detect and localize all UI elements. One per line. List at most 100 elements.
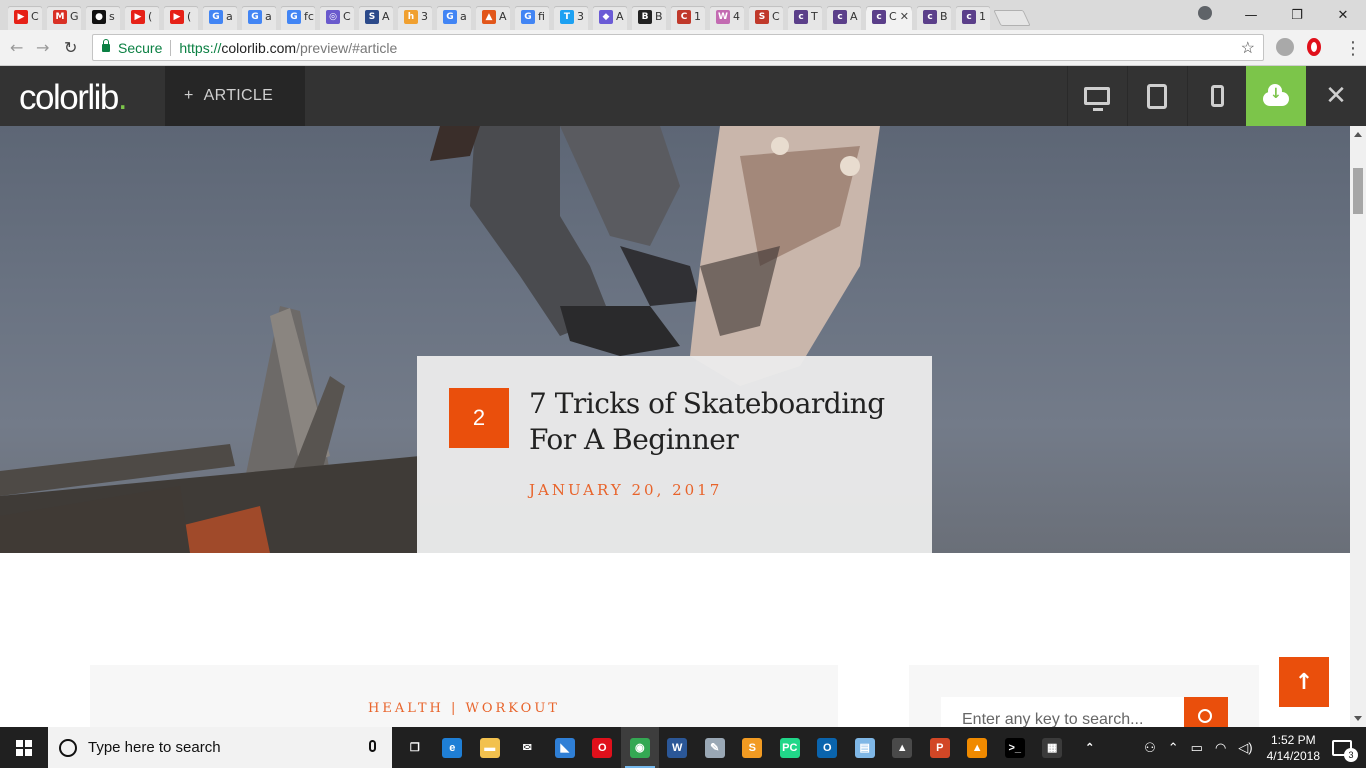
browser-tab[interactable]: Ga [203,3,237,30]
wifi-icon[interactable]: ◠ [1215,740,1226,756]
google-icon: G [287,9,301,24]
tab-title: T [811,10,818,23]
taskbar-app[interactable]: ◣ [546,727,584,768]
browser-tab[interactable]: ▶( [125,3,159,30]
browser-tab[interactable]: ◎ C [320,3,354,30]
google-icon: G [209,9,223,24]
browser-tab[interactable]: cA [827,3,861,30]
microphone-icon[interactable] [369,740,376,752]
browser-tab[interactable]: h3 [398,3,432,30]
taskbar-app[interactable]: ▦ [1034,727,1072,768]
new-tab-button[interactable] [993,10,1031,26]
search-button[interactable] [1184,697,1228,727]
reload-icon[interactable]: ↻ [64,38,77,57]
menu-icon[interactable]: ⋮ [1344,38,1362,59]
scroll-thumb[interactable] [1353,168,1363,214]
colorlib-icon: c [962,9,976,24]
tab-list: ▶ C M G ● s ▶(▶(Ga Ga Gfc ◎ C S Ah 3 Ga ▲ A Gfi T 3 ◆ A B B C 1 W 4… [8,3,1031,30]
taskbar-search-box[interactable]: Type here to search [48,727,392,768]
windows-taskbar: Type here to search ❐ e ▬ ✉ ◣ O ◉ W ✎ S PC O ▤ ▲ P ▲ >_ ▦… [0,727,1366,768]
tray-chevron-icon[interactable]: ⌃ [1168,740,1179,756]
tablet-view-button[interactable] [1127,66,1186,126]
browser-tab[interactable]: ▶( [164,3,198,30]
bookmark-star-icon[interactable]: ☆ [1241,38,1255,58]
address-bar[interactable]: Secure https:// colorlib.com /preview/#a… [92,34,1264,61]
browser-tab[interactable]: cB [917,3,951,30]
taskbar-app[interactable]: ◉ [621,727,659,768]
taskbar-app[interactable]: O [809,727,847,768]
colorlib-logo[interactable]: colorlib. [19,78,128,118]
taskbar-app[interactable]: ⌃ [1071,727,1109,768]
youtube-icon: ▶ [170,9,184,24]
theme-tab-article[interactable]: + ARTICLE [165,66,305,126]
browser-tab[interactable]: ▶ C [8,3,42,30]
forward-icon[interactable]: → [36,38,49,57]
vlc-icon: ▲ [967,737,988,758]
taskbar-app[interactable]: ▲ [959,727,997,768]
tab-close-icon[interactable]: ✕ [900,10,909,23]
browser-tab[interactable]: MG [47,3,81,30]
browser-tab[interactable]: SA [359,3,393,30]
desktop-view-button[interactable] [1067,66,1126,126]
search-input[interactable]: Enter any key to search... [941,697,1185,727]
article-categories[interactable]: HEALTH | WORKOUT [90,701,838,716]
browser-tab[interactable]: Gfc [281,3,315,30]
back-icon[interactable]: ← [10,38,23,57]
browser-tab[interactable]: ◆ A [593,3,627,30]
scroll-down-icon[interactable] [1354,716,1362,721]
taskbar-app[interactable]: ▤ [846,727,884,768]
browser-tab[interactable]: ▲ A [476,3,510,30]
taskbar-app[interactable]: O [584,727,622,768]
browser-tab[interactable]: Gfi [515,3,549,30]
extension-icon[interactable] [1276,38,1294,56]
tab-title: A [499,10,507,23]
download-button[interactable] [1246,66,1306,126]
paint-icon: ✎ [704,737,725,758]
browser-tab[interactable]: ● s [86,3,120,30]
taskbar-app[interactable]: ▲ [884,727,922,768]
taskbar-app[interactable]: ✎ [696,727,734,768]
browser-tab[interactable]: Ga [437,3,471,30]
start-button[interactable] [0,727,48,768]
action-center-icon[interactable]: 3 [1332,739,1358,762]
page-scrollbar[interactable] [1350,126,1366,727]
browser-tab[interactable]: cT [788,3,822,30]
scroll-up-icon[interactable] [1354,132,1362,137]
clock[interactable]: 1:52 PM 4/14/2018 [1267,732,1320,764]
battery-icon[interactable]: ▭ [1191,740,1203,756]
back-to-top-button[interactable]: ↑ [1279,657,1329,707]
taskbar-app[interactable]: ✉ [509,727,547,768]
taskbar-app[interactable]: W [659,727,697,768]
chrome-icon: ◉ [629,737,650,758]
minimize-button[interactable]: — [1228,0,1274,30]
opera-extension-icon[interactable] [1307,38,1321,56]
tab-title: 4 [733,10,740,23]
photos-icon: ▲ [892,737,913,758]
browser-tab[interactable]: c1 [956,3,990,30]
taskbar-app[interactable]: ▬ [471,727,509,768]
window-close-button[interactable]: ✕ [1320,0,1366,30]
browser-tab[interactable]: C1 [671,3,705,30]
close-preview-button[interactable]: ✕ [1306,66,1366,126]
browser-tab[interactable]: c C ✕ [866,3,912,30]
taskbar-app[interactable]: P [921,727,959,768]
people-icon[interactable]: ⚇ [1144,740,1156,756]
profile-icon[interactable] [1198,6,1212,20]
mobile-view-button[interactable] [1187,66,1246,126]
volume-icon[interactable]: ◁) [1238,740,1252,756]
taskbar-app[interactable]: S [734,727,772,768]
tab-title: A [616,10,624,23]
browser-tab[interactable]: T3 [554,3,588,30]
browser-tab[interactable]: Ga [242,3,276,30]
restore-button[interactable]: ❐ [1274,0,1320,30]
taskbar-app[interactable]: ❐ [396,727,434,768]
tab-title: 1 [979,10,986,23]
browser-tab[interactable]: SC [749,3,783,30]
browser-tab[interactable]: W4 [710,3,744,30]
cloud-download-icon [1263,84,1289,106]
taskbar-app[interactable]: e [434,727,472,768]
taskbar-app[interactable]: PC [771,727,809,768]
taskbar-app[interactable]: >_ [996,727,1034,768]
tab-title: B [940,10,948,23]
browser-tab[interactable]: BB [632,3,666,30]
